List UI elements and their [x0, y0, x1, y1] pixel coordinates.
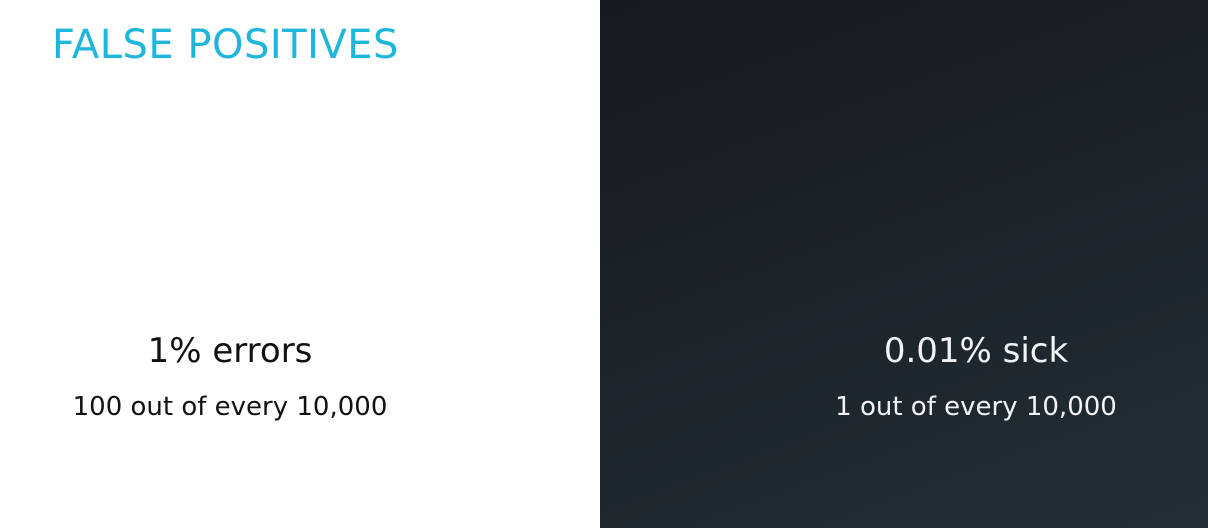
errors-detail: 100 out of every 10,000 [72, 392, 388, 422]
sick-headline: 0.01% sick [883, 331, 1069, 371]
left-panel: FALSE POSITIVES 1% errors 100 out of eve… [0, 0, 600, 528]
sick-stat: 0.01% sick 1 out of every 10,000 [776, 0, 1176, 528]
sick-detail: 1 out of every 10,000 [835, 392, 1117, 422]
slide: FALSE POSITIVES 1% errors 100 out of eve… [0, 0, 1208, 528]
errors-stat: 1% errors 100 out of every 10,000 [30, 0, 430, 528]
right-panel: 0.01% sick 1 out of every 10,000 [600, 0, 1208, 528]
errors-headline: 1% errors [147, 331, 313, 371]
